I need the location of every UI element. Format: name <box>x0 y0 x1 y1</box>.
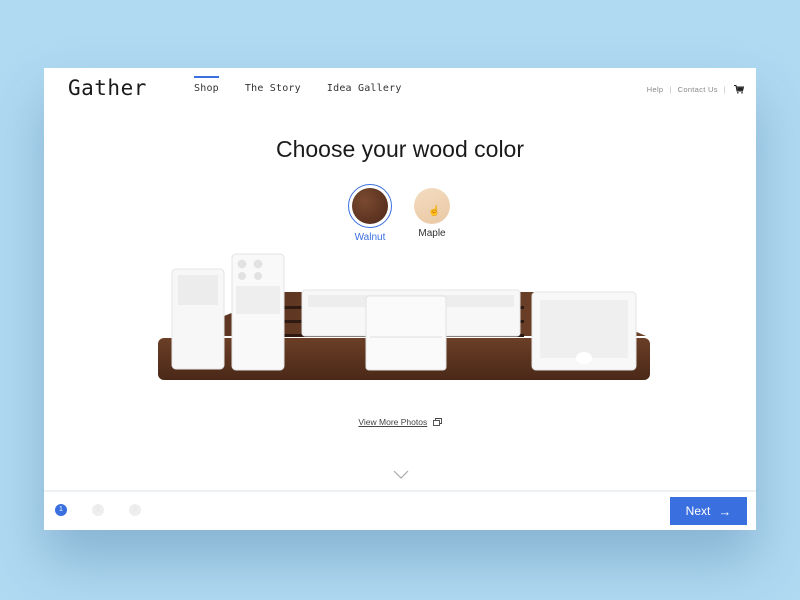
nav-the-story[interactable]: The Story <box>245 68 301 108</box>
wood-color-selector: Walnut ☝ Maple <box>44 184 756 244</box>
step-2[interactable]: 2 <box>92 504 104 516</box>
footer-bar: 1 2 3 Next → <box>44 490 756 530</box>
main-nav: Shop The Story Idea Gallery <box>194 68 428 108</box>
swatch-label: Walnut <box>354 232 386 243</box>
contact-us-link[interactable]: Contact Us <box>678 85 718 94</box>
app-window: Gather Shop The Story Idea Gallery Help … <box>44 68 756 530</box>
step-indicator: 1 2 3 <box>55 504 166 516</box>
swatch-label: Maple <box>418 228 446 239</box>
swatch-walnut[interactable]: Walnut <box>340 184 400 243</box>
step-3[interactable]: 3 <box>129 504 141 516</box>
photos-icon[interactable] <box>432 418 442 426</box>
swatch-maple[interactable]: ☝ Maple <box>402 184 462 239</box>
nav-idea-gallery[interactable]: Idea Gallery <box>327 68 402 108</box>
separator: | <box>723 85 726 94</box>
maple-swatch-circle[interactable]: ☝ <box>414 188 450 224</box>
hand-pointer-icon: ☝ <box>428 206 441 217</box>
next-button[interactable]: Next → <box>670 497 747 525</box>
product-image <box>158 253 650 380</box>
view-more-photos: View More Photos <box>44 417 756 427</box>
view-more-photos-link[interactable]: View More Photos <box>358 417 427 427</box>
walnut-swatch-circle[interactable] <box>348 184 392 228</box>
card-holder <box>365 295 447 371</box>
walnut-swatch-fill <box>352 188 388 224</box>
chevron-down-icon[interactable] <box>393 470 409 480</box>
nav-shop[interactable]: Shop <box>194 68 219 108</box>
logo[interactable]: Gather <box>68 76 147 100</box>
separator: | <box>669 85 672 94</box>
next-label: Next <box>685 504 711 518</box>
page-title: Choose your wood color <box>275 136 525 162</box>
cart-icon[interactable] <box>734 85 744 94</box>
header: Gather Shop The Story Idea Gallery Help … <box>44 68 756 118</box>
step-1[interactable]: 1 <box>55 504 67 516</box>
arrow-right-icon: → <box>718 503 732 519</box>
utility-nav: Help | Contact Us | <box>647 85 744 94</box>
help-link[interactable]: Help <box>647 85 664 94</box>
